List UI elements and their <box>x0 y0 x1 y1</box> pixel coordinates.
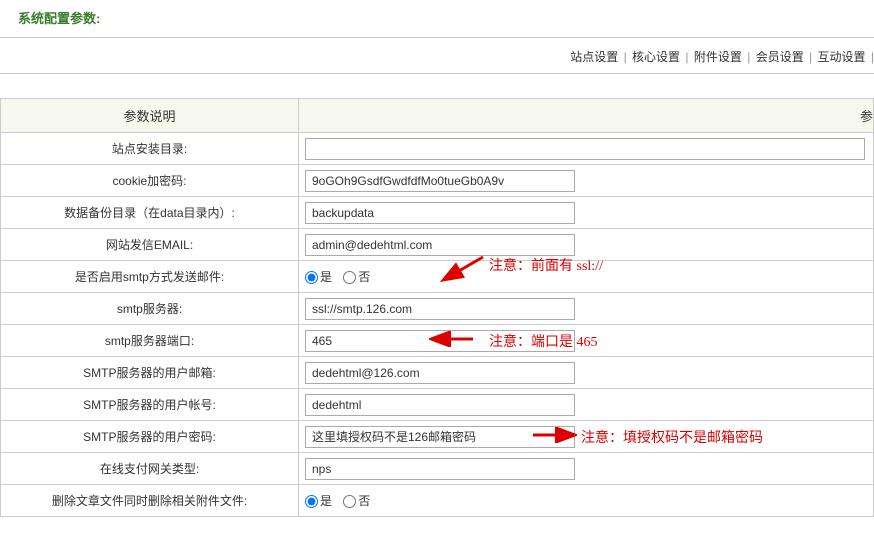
radio-yes-input[interactable] <box>305 271 318 284</box>
table-row: SMTP服务器的用户邮箱: <box>1 357 874 389</box>
table-row: 是否启用smtp方式发送邮件: 是 否 注意：前面有 ssl:// <box>1 261 874 293</box>
smtp-port-input[interactable] <box>305 330 575 352</box>
page-title: 系统配置参数: <box>0 0 874 37</box>
nav-sep: | <box>809 50 812 64</box>
nav-sep: | <box>624 50 627 64</box>
row-label: SMTP服务器的用户帐号: <box>1 389 299 421</box>
row-label: smtp服务器: <box>1 293 299 325</box>
row-label: SMTP服务器的用户邮箱: <box>1 357 299 389</box>
table-row: cookie加密码: <box>1 165 874 197</box>
radio-yes[interactable]: 是 <box>305 494 332 508</box>
delete-attach-radio: 是 否 <box>305 494 378 508</box>
row-label: smtp服务器端口: <box>1 325 299 357</box>
table-row: SMTP服务器的用户密码: 注意：填授权码不是邮箱密码 <box>1 421 874 453</box>
nav-interact[interactable]: 互动设置 <box>818 50 866 64</box>
smtp-server-input[interactable] <box>305 298 575 320</box>
table-row: smtp服务器端口: 注意：端口是 465 <box>1 325 874 357</box>
sender-email-input[interactable] <box>305 234 575 256</box>
radio-no-label: 否 <box>358 270 370 284</box>
smtp-user-password-input[interactable] <box>305 426 575 448</box>
col-header-value: 参 <box>299 99 874 133</box>
nav-site[interactable]: 站点设置 <box>570 50 618 64</box>
nav-attach[interactable]: 附件设置 <box>694 50 742 64</box>
nav-core[interactable]: 核心设置 <box>632 50 680 64</box>
row-label: 在线支付网关类型: <box>1 453 299 485</box>
table-row: 在线支付网关类型: <box>1 453 874 485</box>
install-dir-input[interactable] <box>305 138 865 160</box>
radio-no-label: 否 <box>358 494 370 508</box>
row-label: 网站发信EMAIL: <box>1 229 299 261</box>
note-authcode: 注意：填授权码不是邮箱密码 <box>581 427 763 447</box>
table-row: 数据备份目录（在data目录内）: <box>1 197 874 229</box>
table-row: 站点安装目录: <box>1 133 874 165</box>
radio-yes-input[interactable] <box>305 495 318 508</box>
nav-sep: | <box>747 50 750 64</box>
nav-bar: 站点设置 | 核心设置 | 附件设置 | 会员设置 | 互动设置 | <box>0 38 874 74</box>
backup-dir-input[interactable] <box>305 202 575 224</box>
smtp-user-account-input[interactable] <box>305 394 575 416</box>
col-header-label: 参数说明 <box>1 99 299 133</box>
smtp-enable-radio: 是 否 <box>305 270 378 284</box>
row-label: 站点安装目录: <box>1 133 299 165</box>
row-label: 删除文章文件同时删除相关附件文件: <box>1 485 299 517</box>
row-label: SMTP服务器的用户密码: <box>1 421 299 453</box>
table-row: 删除文章文件同时删除相关附件文件: 是 否 <box>1 485 874 517</box>
radio-no[interactable]: 否 <box>343 270 370 284</box>
nav-member[interactable]: 会员设置 <box>756 50 804 64</box>
radio-yes[interactable]: 是 <box>305 270 332 284</box>
nav-sep: | <box>685 50 688 64</box>
config-table: 参数说明 参 站点安装目录: cookie加密码: 数据备份目录（在data目录… <box>0 98 874 517</box>
smtp-user-email-input[interactable] <box>305 362 575 384</box>
cookie-secret-input[interactable] <box>305 170 575 192</box>
radio-no-input[interactable] <box>343 495 356 508</box>
table-row: SMTP服务器的用户帐号: <box>1 389 874 421</box>
row-label: 是否启用smtp方式发送邮件: <box>1 261 299 293</box>
pay-gateway-input[interactable] <box>305 458 575 480</box>
table-row: 网站发信EMAIL: <box>1 229 874 261</box>
table-row: smtp服务器: <box>1 293 874 325</box>
radio-yes-label: 是 <box>320 270 332 284</box>
row-label: 数据备份目录（在data目录内）: <box>1 197 299 229</box>
radio-yes-label: 是 <box>320 494 332 508</box>
row-label: cookie加密码: <box>1 165 299 197</box>
radio-no-input[interactable] <box>343 271 356 284</box>
radio-no[interactable]: 否 <box>343 494 370 508</box>
